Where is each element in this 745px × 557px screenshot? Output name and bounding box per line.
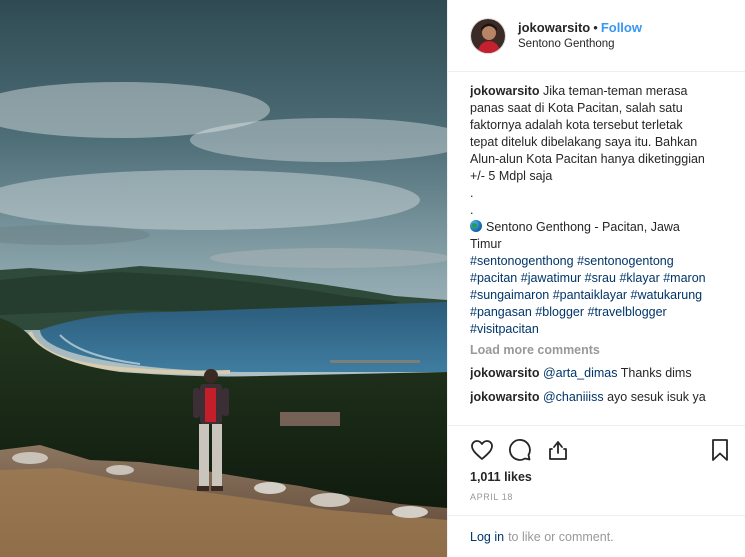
post-date: APRIL 18 — [470, 492, 513, 502]
login-prompt-text: to like or comment. — [508, 530, 614, 544]
comment-icon[interactable] — [508, 438, 532, 462]
hashtag[interactable]: #watukarung — [631, 288, 703, 302]
bookmark-icon[interactable] — [708, 438, 732, 462]
share-icon[interactable] — [546, 438, 570, 462]
avatar-image — [471, 18, 505, 53]
comment-mention[interactable]: @arta_dimas — [543, 366, 618, 380]
comments-list: jokowarsito Jika teman-teman merasa pana… — [470, 83, 732, 425]
follow-button[interactable]: Follow — [601, 20, 642, 35]
post-photo[interactable] — [0, 0, 447, 557]
heart-icon[interactable] — [470, 438, 494, 462]
comment-mention[interactable]: @chaniiiss — [543, 390, 604, 404]
caption-line: tepat diteluk dibelakang saya itu. Bahka… — [470, 135, 698, 149]
hashtag[interactable]: #maron — [663, 271, 705, 285]
avatar[interactable] — [470, 17, 506, 54]
hashtag[interactable]: #sentonogentong — [577, 254, 674, 268]
globe-icon — [470, 220, 482, 232]
comment-username[interactable]: jokowarsito — [470, 390, 539, 404]
comment-text: Thanks dims — [620, 366, 692, 380]
hashtag[interactable]: #sungaimaron — [470, 288, 549, 302]
caption: jokowarsito Jika teman-teman merasa pana… — [470, 83, 732, 338]
caption-line: panas saat di Kota Pacitan, salah satu — [470, 101, 683, 115]
hashtags: #sentonogenthong #sentonogentong #pacita… — [470, 253, 732, 338]
comment-item: jokowarsito @chaniiiss ayo sesuk isuk ya — [470, 389, 732, 406]
header-separator: • — [593, 19, 598, 35]
header-location[interactable]: Sentono Genthong — [518, 36, 642, 53]
landscape-photo — [0, 0, 447, 557]
hashtag[interactable]: #pangasan — [470, 305, 532, 319]
comment-username[interactable]: jokowarsito — [470, 366, 539, 380]
caption-line: Alun-alun Kota Pacitan hanya diketinggia… — [470, 152, 705, 166]
caption-place: Sentono Genthong - Pacitan, Jawa — [486, 220, 680, 234]
caption-line: Jika teman-teman merasa — [542, 84, 688, 98]
header-username[interactable]: jokowarsito — [518, 20, 590, 35]
caption-line: +/- 5 Mdpl saja — [470, 169, 553, 183]
comment-text: ayo sesuk isuk ya — [607, 390, 706, 404]
hashtag[interactable]: #jawatimur — [521, 271, 581, 285]
post-header: jokowarsito • Follow Sentono Genthong — [448, 0, 745, 72]
login-link[interactable]: Log in — [470, 530, 504, 544]
login-prompt: Log in to like or comment. — [448, 515, 745, 557]
hashtag[interactable]: #srau — [585, 271, 616, 285]
caption-username[interactable]: jokowarsito — [470, 84, 539, 98]
comment-item: jokowarsito @arta_dimas Thanks dims — [470, 365, 732, 382]
hashtag[interactable]: #pantaiklayar — [553, 288, 627, 302]
caption-dot: . — [470, 203, 474, 217]
caption-place-continued: Timur — [470, 237, 502, 251]
hashtag[interactable]: #travelblogger — [588, 305, 667, 319]
hashtag[interactable]: #visitpacitan — [470, 322, 539, 336]
hashtag[interactable]: #klayar — [619, 271, 659, 285]
caption-dot: . — [470, 186, 474, 200]
likes-count[interactable]: 1,011 likes — [470, 470, 532, 484]
load-more-comments-button[interactable]: Load more comments — [470, 342, 732, 359]
hashtag[interactable]: #blogger — [535, 305, 584, 319]
caption-line: faktornya adalah kota tersebut terletak — [470, 118, 683, 132]
post-actions: 1,011 likes APRIL 18 Log in to like or c… — [448, 425, 745, 557]
hashtag[interactable]: #pacitan — [470, 271, 517, 285]
post-container: jokowarsito • Follow Sentono Genthong joko… — [0, 0, 745, 557]
hashtag[interactable]: #sentonogenthong — [470, 254, 574, 268]
post-side-panel: jokowarsito • Follow Sentono Genthong joko… — [447, 0, 745, 557]
